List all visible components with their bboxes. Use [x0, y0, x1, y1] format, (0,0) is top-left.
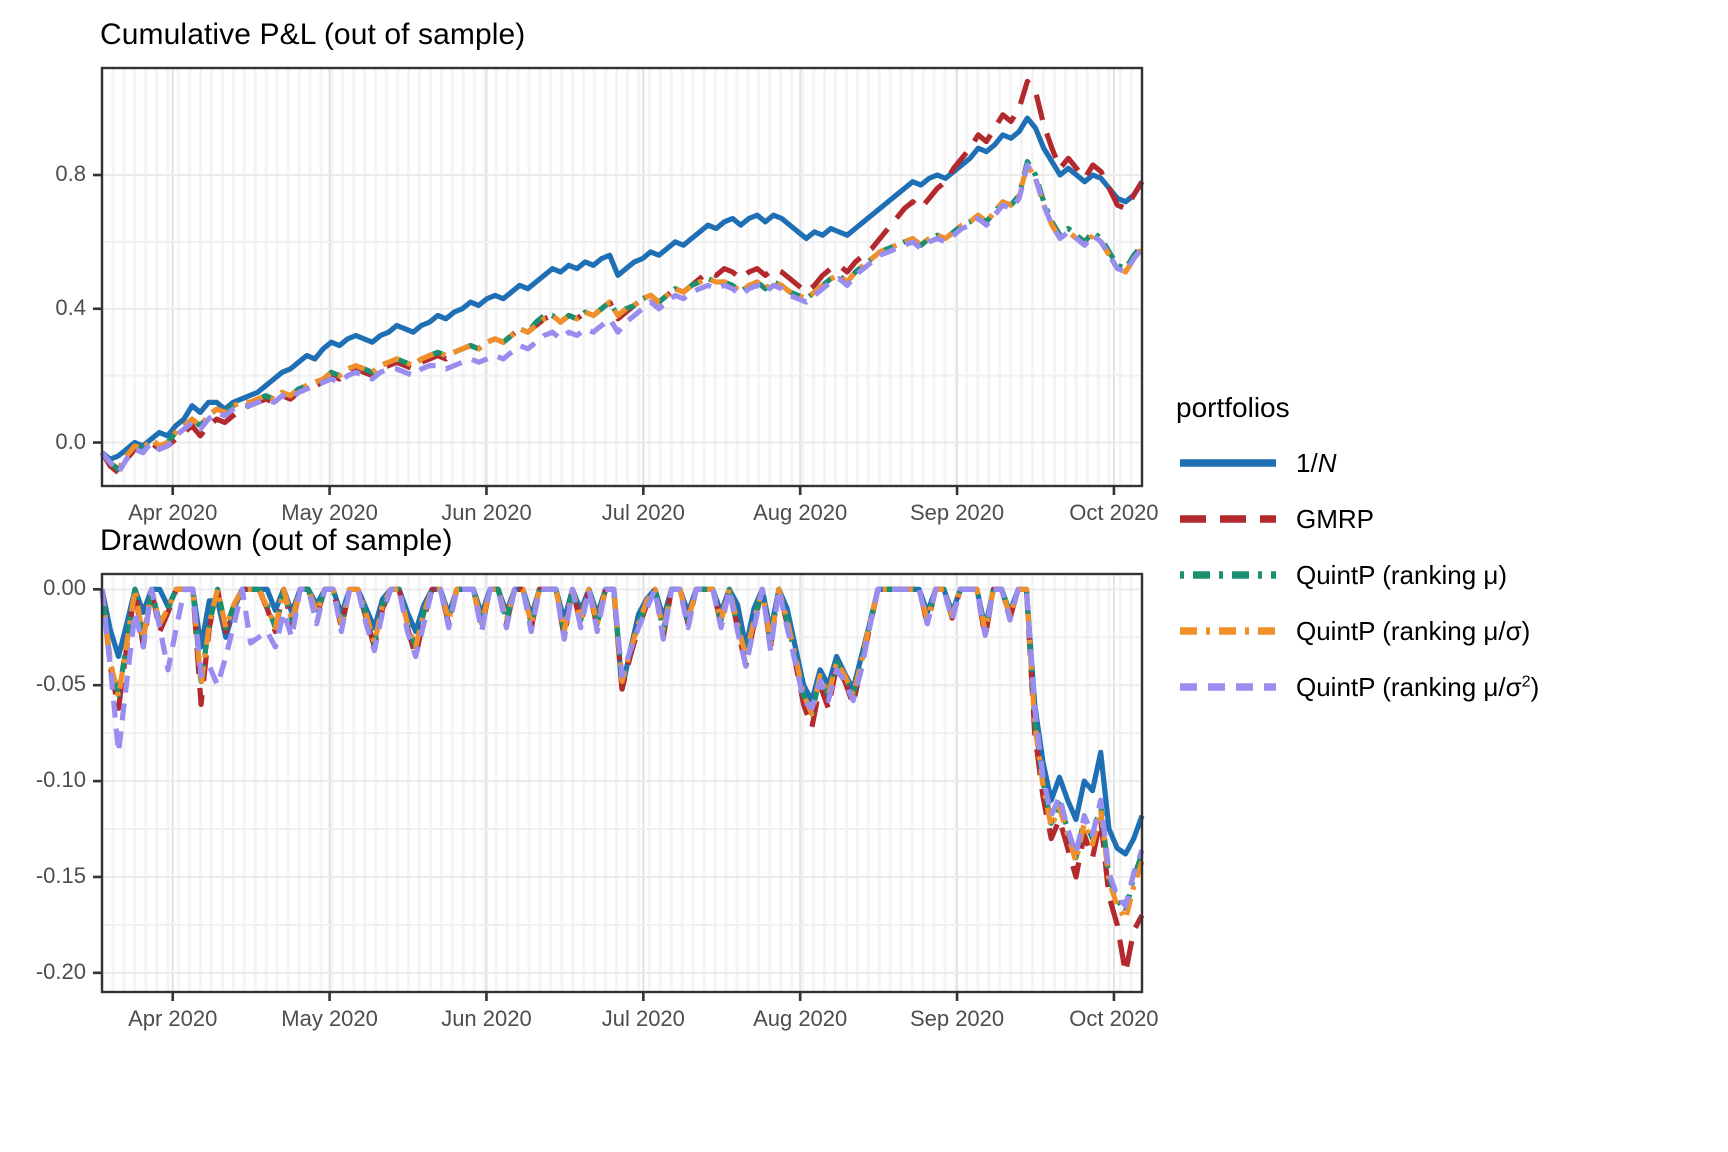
y-axis-tick-label: 0.8 — [55, 161, 86, 186]
legend-item[interactable]: GMRP — [1176, 496, 1374, 542]
x-axis-tick-label: Jun 2020 — [441, 1006, 532, 1031]
legend-item[interactable]: QuintP (ranking μ) — [1176, 552, 1507, 598]
y-axis-tick-label: 0.4 — [55, 294, 86, 320]
legend-item-label: QuintP (ranking μ/σ) — [1296, 615, 1531, 646]
chart-page: Cumulative P&L (out of sample) Drawdown … — [0, 0, 1728, 1152]
x-axis-tick-label: May 2020 — [281, 1006, 378, 1031]
x-axis-tick-label: Sep 2020 — [909, 500, 1005, 525]
x-axis-tick-label: Jun 2020 — [441, 500, 532, 525]
y-axis-tick-label: -0.05 — [35, 671, 86, 697]
drawdown-title: Drawdown (out of sample) — [100, 524, 453, 557]
y-axis-tick-label: 0.00 — [43, 575, 86, 601]
x-axis-tick-label: May 2020 — [281, 500, 378, 525]
cumulative-pnl-plot — [93, 66, 1145, 495]
legend-item[interactable]: 1/N — [1176, 440, 1336, 486]
legend-item-label: GMRP — [1296, 503, 1374, 534]
x-axis-tick-label: Apr 2020 — [128, 500, 218, 525]
legend-key-swatch — [1176, 608, 1280, 654]
legend-item[interactable]: QuintP (ranking μ/σ2) — [1176, 664, 1539, 710]
y-axis-tick-label: -0.15 — [35, 862, 86, 888]
legend-key-swatch — [1176, 552, 1280, 598]
x-axis-tick-label: Oct 2020 — [1069, 500, 1159, 525]
legend-item[interactable]: QuintP (ranking μ/σ) — [1176, 608, 1530, 654]
legend-item-label: 1/N — [1296, 447, 1337, 478]
legend-title: portfolios — [1176, 392, 1290, 423]
legend-key-swatch — [1176, 440, 1280, 486]
x-axis-tick-label: Oct 2020 — [1069, 1006, 1159, 1031]
drawdown-plot — [93, 572, 1145, 1001]
y-axis-tick-label: -0.20 — [35, 958, 86, 984]
legend-item-label: QuintP (ranking μ/σ2) — [1296, 671, 1540, 702]
y-axis-tick-label: -0.10 — [35, 767, 86, 793]
legend-key-swatch — [1176, 664, 1280, 710]
x-axis-tick-label: Sep 2020 — [909, 1006, 1005, 1031]
x-axis-tick-label: Apr 2020 — [128, 1006, 218, 1031]
x-axis-tick-label: Jul 2020 — [601, 500, 685, 525]
x-axis-tick-label: Aug 2020 — [753, 500, 848, 525]
legend-item-label: QuintP (ranking μ) — [1296, 559, 1508, 590]
x-axis-tick-label: Aug 2020 — [753, 1006, 848, 1031]
x-axis-tick-label: Jul 2020 — [601, 1006, 685, 1031]
y-axis-tick-label: 0.0 — [55, 428, 86, 454]
cumulative-pnl-title: Cumulative P&L (out of sample) — [100, 18, 526, 51]
